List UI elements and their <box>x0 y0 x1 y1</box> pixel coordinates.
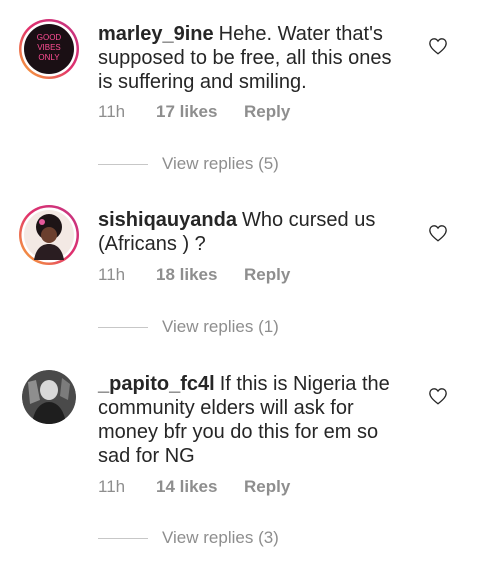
reply-button[interactable]: Reply <box>244 265 290 285</box>
comment-meta: 11h 18 likes Reply <box>98 265 290 285</box>
heart-outline-icon[interactable] <box>428 37 448 55</box>
divider-line <box>98 163 148 165</box>
svg-text:VIBES: VIBES <box>37 43 61 52</box>
comment-username[interactable]: marley_9ine <box>98 23 214 45</box>
comment-time: 11h <box>98 265 126 284</box>
view-replies-label: View replies (5) <box>162 154 279 173</box>
heart-outline-icon[interactable] <box>428 224 448 242</box>
comment-meta: 11h 17 likes Reply <box>98 102 290 122</box>
heart-outline-icon[interactable] <box>428 387 448 405</box>
view-replies-label: View replies (3) <box>162 528 279 547</box>
comment-likes[interactable]: 18 likes <box>156 265 244 285</box>
svg-text:ONLY: ONLY <box>38 53 60 62</box>
avatar[interactable]: GOOD VIBES ONLY <box>18 18 80 80</box>
view-replies-button[interactable]: View replies (5) <box>98 154 279 174</box>
avatar-image: GOOD VIBES ONLY <box>19 19 79 79</box>
avatar-image <box>19 205 79 265</box>
avatar-image <box>22 370 76 424</box>
comment-text: marley_9ine Hehe. Water that's supposed t… <box>98 22 408 94</box>
comment-username[interactable]: _papito_fc4l <box>98 373 215 395</box>
divider-line <box>98 537 148 539</box>
avatar-logo-text: GOOD <box>37 33 62 42</box>
comment-text: sishiqauyanda Who cursed us (Africans ) ? <box>98 208 408 256</box>
comment-likes[interactable]: 14 likes <box>156 477 244 497</box>
reply-button[interactable]: Reply <box>244 477 290 497</box>
comment-time: 11h <box>98 477 126 496</box>
view-replies-label: View replies (1) <box>162 317 279 336</box>
reply-button[interactable]: Reply <box>244 102 290 122</box>
comment-meta: 11h 14 likes Reply <box>98 477 290 497</box>
divider-line <box>98 326 148 328</box>
view-replies-button[interactable]: View replies (3) <box>98 528 279 548</box>
comment-likes[interactable]: 17 likes <box>156 102 244 122</box>
avatar[interactable] <box>18 204 80 266</box>
comment-text: _papito_fc4l If this is Nigeria the commu… <box>98 372 408 468</box>
view-replies-button[interactable]: View replies (1) <box>98 317 279 337</box>
avatar[interactable] <box>22 370 76 424</box>
comment-time: 11h <box>98 102 126 121</box>
comment-username[interactable]: sishiqauyanda <box>98 209 237 231</box>
